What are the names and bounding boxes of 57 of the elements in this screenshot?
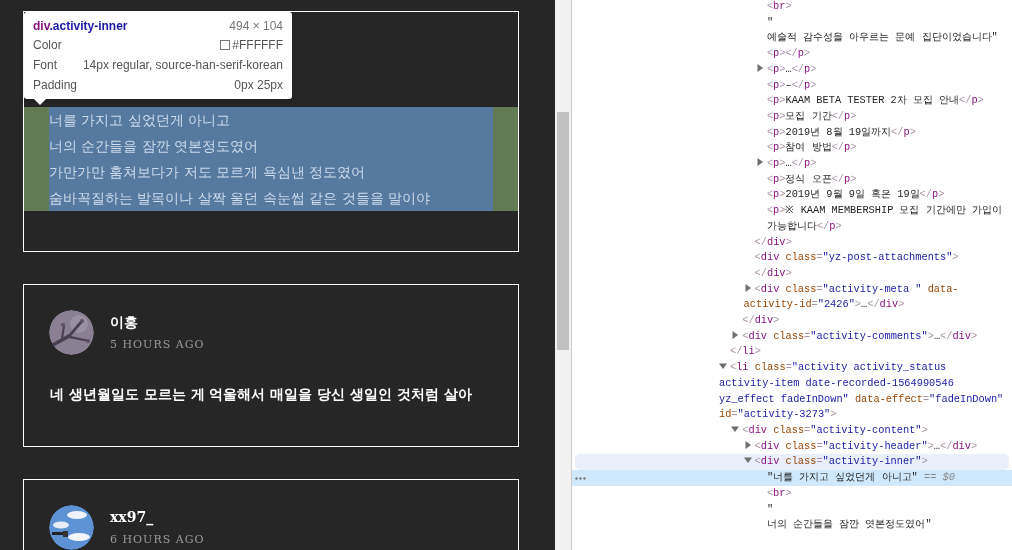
dom-node-row[interactable]: </div> [572, 313, 1012, 329]
collapse-triangle-icon[interactable] [719, 362, 727, 371]
dom-node-row[interactable]: <p></p> [572, 46, 1012, 62]
collapse-triangle-icon[interactable] [731, 425, 740, 433]
scrollbar-thumb[interactable] [557, 112, 569, 350]
post-text-line: 숨바꼭질하는 발목이나 살짝 울던 속눈썹 같은 것들을 말이야 [49, 189, 432, 208]
dom-node-row[interactable]: <p>※ KAAM MEMBERSHIP 모집 기간에만 가입이 가능합니다</p> [572, 203, 1012, 235]
property-value: 14px regular, source-han-serif-korean [82, 57, 283, 74]
property-label: Color [33, 37, 62, 54]
expand-triangle-icon[interactable] [743, 283, 752, 292]
property-value: 0px 25px [234, 77, 283, 94]
post-text-line: 너를 가지고 싶었던게 아니고 [49, 111, 232, 130]
dom-node-row[interactable]: <p>…</p> [572, 61, 1012, 78]
dom-node-row[interactable]: <p>2019년 9월 9일 혹은 19일</p> [572, 187, 1012, 204]
property-label: Font [33, 57, 57, 74]
dom-node-row[interactable]: <p>모집 기간</p> [572, 108, 1012, 125]
dom-node-row[interactable]: <p>…</p> [572, 156, 1012, 172]
dom-node-row[interactable]: <br> [572, 485, 1012, 502]
post-text: 네 생년월일도 모르는 게 억울해서 매일을 당신 생일인 것처럼 살아 [50, 385, 473, 404]
dom-node-row[interactable]: " [572, 501, 1012, 518]
dom-node-row[interactable]: </li> [572, 344, 1012, 361]
dom-node-row[interactable]: <div class="yz-post-attachments"> [572, 250, 1012, 266]
dom-node-row[interactable]: <li class="activity activity_status activity-item date-recorded-1564990546 yz_effect fadeInDown" data-effect="fadeInDown" id="activity-3273"> [572, 360, 1012, 423]
dom-node-row[interactable]: <p>정식 오픈</p> [572, 171, 1012, 188]
dom-node-row[interactable]: 예술적 감수성을 아우르는 문예 집단이었습니다" [572, 30, 1012, 47]
dom-node-row[interactable]: </div> [572, 265, 1012, 282]
property-value: #FFFFFF [232, 37, 283, 54]
dom-node-row[interactable]: <div class="activity-comments">…</div> [572, 328, 1012, 345]
dom-node-row[interactable]: <br> [572, 0, 1012, 15]
dom-node-row[interactable]: "너를 가지고 싶었던게 아니고" == $0 [572, 470, 1012, 486]
dom-node-row[interactable]: <p>–</p> [572, 77, 1012, 94]
expand-triangle-icon[interactable] [755, 63, 764, 72]
scrollbar[interactable] [555, 0, 571, 550]
expand-triangle-icon[interactable] [743, 440, 752, 449]
dom-node-row[interactable]: <p>KAAM BETA TESTER 2차 모집 안내</p> [572, 93, 1012, 109]
more-icon[interactable] [575, 477, 586, 481]
post-time: 6 HOURS AGO [110, 533, 205, 547]
dom-node-row[interactable]: </div> [572, 234, 1012, 251]
element-size: 494 × 104 [229, 18, 283, 35]
property-label: Padding [33, 77, 78, 94]
post-time: 5 HOURS AGO [110, 338, 205, 352]
dom-node-row[interactable]: <div class="activity-inner"> [575, 454, 1009, 471]
collapse-triangle-icon[interactable] [743, 456, 752, 465]
dom-node-row[interactable]: <div class="activity-header">…</div> [572, 438, 1012, 455]
dom-node-row[interactable]: 너의 순간들을 잠깐 엿본정도였어" [572, 517, 1012, 533]
dom-node-row[interactable]: <div class="activity-content"> [572, 423, 1012, 439]
post-text-line: 너의 순간들을 잠깐 엿본정도였어 [49, 137, 260, 156]
dom-node-row[interactable]: <p>참여 방법</p> [572, 140, 1012, 157]
dom-node-row[interactable]: " [572, 14, 1012, 31]
expand-triangle-icon[interactable] [731, 330, 740, 339]
post-text-line: 가만가만 훔쳐보다가 저도 모르게 욕심낸 정도였어 [49, 163, 367, 182]
dom-node-row[interactable]: <p>2019년 8월 19일까지</p> [572, 124, 1012, 141]
author-name[interactable]: xx97_ [110, 507, 205, 527]
author-name[interactable]: 이홍 [110, 312, 205, 332]
dom-node-row[interactable]: <div class="activity-meta " data-activity-id="2426">…</div> [572, 281, 1012, 314]
element-selector: div.activity-inner [33, 18, 128, 35]
expand-triangle-icon[interactable] [755, 158, 764, 167]
